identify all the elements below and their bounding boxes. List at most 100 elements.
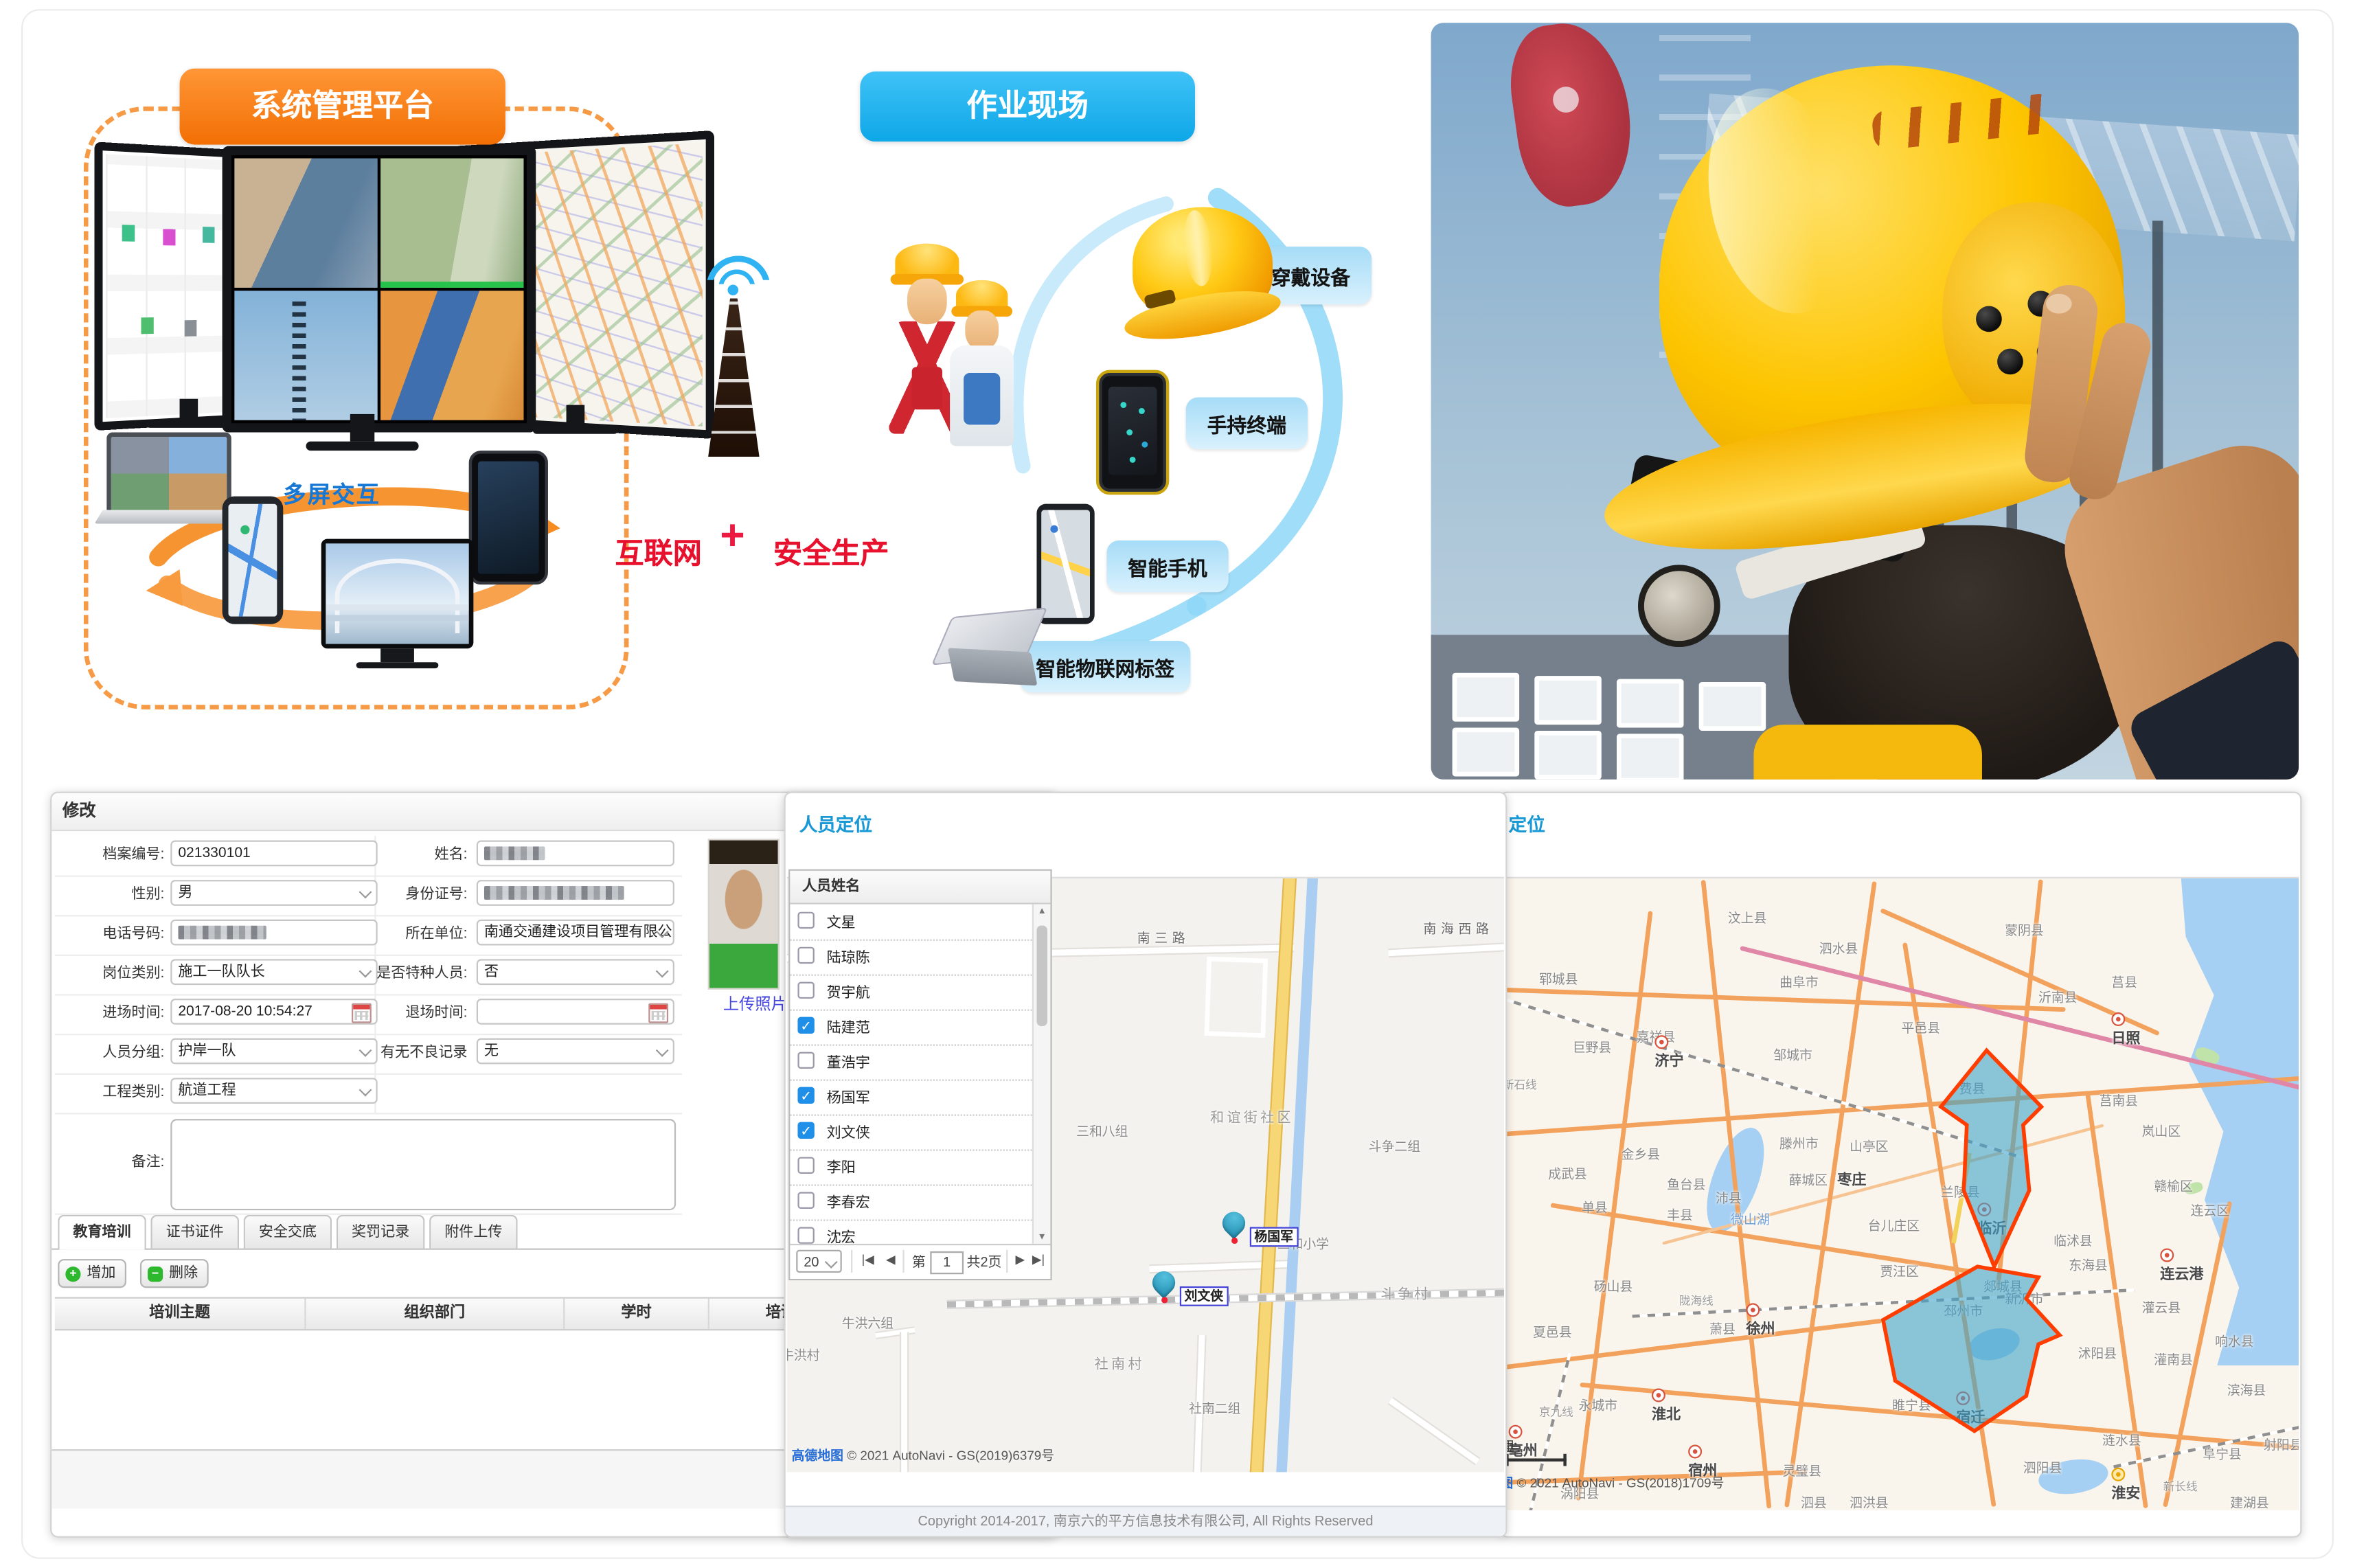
scroll-down-icon[interactable]: ▼ (1034, 1233, 1050, 1242)
tablet-icon (469, 451, 548, 584)
map-pin[interactable] (1218, 1207, 1250, 1239)
column-header: 学时 (565, 1299, 709, 1329)
scroll-thumb[interactable] (1036, 926, 1047, 1026)
person-photo (708, 839, 780, 989)
person-name: 杨国军 (827, 1085, 870, 1106)
person-checkbox[interactable] (797, 947, 814, 964)
form-date-input[interactable]: 2017-08-20 10:54:27 (170, 999, 377, 1025)
person-checkbox[interactable] (797, 1052, 814, 1069)
page-total: 共2页 (967, 1251, 1002, 1271)
form-select[interactable]: 航道工程 (170, 1078, 377, 1104)
form-label: 电话号码: (58, 915, 164, 955)
prev-page-button[interactable]: ◀ (886, 1252, 896, 1266)
form-select[interactable]: 男 (170, 880, 377, 906)
masked-value (484, 886, 624, 900)
chevron-down-icon (359, 1084, 372, 1097)
first-page-button[interactable]: |◀ (862, 1252, 874, 1266)
person-checkbox[interactable]: ✓ (797, 1017, 814, 1034)
form-select[interactable]: 护岸一队 (170, 1038, 377, 1065)
device-label-bar: 智能手机 (1106, 541, 1228, 592)
minus-icon: − (148, 1266, 163, 1281)
list-item[interactable]: 陆琼陈 (790, 940, 1032, 976)
monitor-stand (350, 414, 374, 442)
page-number-input[interactable]: 1 (930, 1251, 964, 1273)
calendar-icon[interactable] (648, 1003, 668, 1023)
form-masked-input[interactable] (477, 880, 674, 906)
monitor-base (533, 427, 618, 434)
person-checkbox[interactable] (797, 912, 814, 929)
pin-label[interactable]: 刘文侠 (1180, 1286, 1228, 1306)
person-checkbox[interactable] (797, 1192, 814, 1209)
antenna-icon (688, 255, 780, 457)
map-label: 三和八组 (1076, 1122, 1128, 1141)
person-checkbox[interactable] (797, 982, 814, 999)
pin-label[interactable]: 杨国军 (1250, 1227, 1298, 1247)
geofence-polygons[interactable] (1503, 878, 2299, 1510)
scrollbar[interactable]: ▲ ▼ (1032, 905, 1051, 1246)
column-header: 组织部门 (306, 1299, 565, 1329)
tab-教育培训[interactable]: 教育培训 (58, 1215, 146, 1250)
list-item[interactable]: 沈宏 (790, 1219, 1032, 1245)
person-checkbox[interactable] (797, 1157, 814, 1174)
form-select[interactable]: 施工一队队长 (170, 959, 377, 985)
list-item[interactable]: ✓ 杨国军 (790, 1080, 1032, 1116)
smartphone-icon (1036, 504, 1094, 624)
form-masked-input[interactable] (477, 841, 674, 867)
iot-tag-icon (944, 603, 1044, 701)
tab-附件上传[interactable]: 附件上传 (429, 1215, 518, 1249)
road (1388, 942, 1504, 958)
form-input[interactable]: 021330101 (170, 841, 377, 867)
map-attribution: 高德地图 © 2021 AutoNavi - GS(2019)6379号 (792, 1446, 1055, 1465)
map-label: 斗争二组 (1369, 1137, 1420, 1156)
tab-安全交底[interactable]: 安全交底 (244, 1215, 332, 1249)
person-checkbox[interactable] (797, 1227, 814, 1244)
person-checkbox[interactable]: ✓ (797, 1087, 814, 1104)
remark-textarea[interactable] (170, 1119, 676, 1210)
form-select[interactable]: 南通交通建设项目管理有限公司 (477, 920, 674, 946)
form-label: 退场时间: (376, 994, 467, 1034)
person-name: 文星 (827, 910, 856, 931)
list-item[interactable]: 李春宏 (790, 1184, 1032, 1220)
list-item[interactable]: ✓陆建范 (790, 1010, 1032, 1046)
form-label: 所在单位: (376, 915, 467, 955)
list-item[interactable]: ✓刘文侠 (790, 1115, 1032, 1151)
map-label: 社南二组 (1189, 1399, 1240, 1418)
worksite-banner: 作业现场 (860, 71, 1195, 141)
person-checkbox[interactable]: ✓ (797, 1122, 814, 1139)
monitor-base (306, 442, 419, 451)
map-label: 南海西路 (1423, 920, 1493, 938)
list-item[interactable]: 李阳 (790, 1149, 1032, 1185)
last-page-button[interactable]: ▶| (1032, 1252, 1045, 1266)
map-label: 斗争村 (1380, 1284, 1431, 1304)
form-masked-input[interactable] (170, 920, 377, 946)
list-rows: 文星陆琼陈贺宇航✓陆建范董浩宇 ✓ 杨国军 ✓刘文侠李阳李春宏沈宏 (790, 905, 1032, 1246)
list-item[interactable]: 贺宇航 (790, 975, 1032, 1011)
chevron-down-icon (359, 1044, 372, 1057)
scroll-up-icon[interactable]: ▲ (1034, 907, 1050, 916)
page-size-select[interactable]: 20 (796, 1250, 841, 1273)
map-label: 和谊街社区 (1210, 1106, 1294, 1126)
add-button[interactable]: +增加 (58, 1259, 126, 1288)
form-select[interactable]: 否 (477, 959, 674, 985)
form-label: 岗位类别: (58, 955, 164, 995)
monitor-center (223, 146, 536, 433)
calendar-icon[interactable] (352, 1003, 372, 1023)
monitor-stand (180, 399, 198, 420)
form-select[interactable]: 无 (477, 1038, 674, 1065)
upload-photo-link[interactable]: 上传照片 (723, 992, 787, 1015)
laptop-icon (106, 433, 234, 524)
region-map[interactable]: 汶上县泗水县蒙阴县郓城县曲阜市沂南县莒县嘉祥县济宁巨野县邹城市平邑县日照新石线费… (1503, 877, 2299, 1510)
delete-button[interactable]: −删除 (140, 1259, 209, 1288)
field-value: 否 (484, 964, 499, 980)
tab-奖罚记录[interactable]: 奖罚记录 (337, 1215, 425, 1249)
phone-icon (223, 497, 284, 624)
form-date-input[interactable] (477, 999, 674, 1025)
list-item[interactable]: 董浩宇 (790, 1045, 1032, 1081)
list-item[interactable]: 文星 (790, 905, 1032, 941)
pagination-bar: 20 |◀ ◀ 第 1 共2页 ▶ ▶| (790, 1244, 1050, 1279)
smart-helmet-icon (1124, 207, 1282, 341)
next-page-button[interactable]: ▶ (1015, 1252, 1025, 1266)
window (1453, 673, 1520, 722)
remark-row: 备注: (55, 1113, 682, 1215)
tab-证书证件[interactable]: 证书证件 (150, 1215, 239, 1249)
